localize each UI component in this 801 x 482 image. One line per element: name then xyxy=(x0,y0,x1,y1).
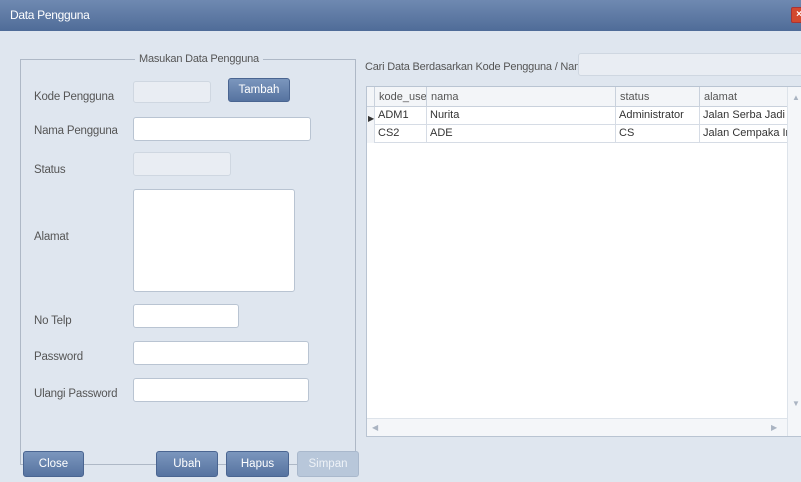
status-input[interactable] xyxy=(133,152,231,176)
hapus-button[interactable]: Hapus xyxy=(226,451,289,477)
no-telp-input[interactable] xyxy=(133,304,239,328)
password-field[interactable] xyxy=(134,342,308,364)
cell-alamat[interactable]: Jalan Serba Jadi No. xyxy=(700,107,787,125)
ulangi-password-label: Ulangi Password xyxy=(34,388,118,400)
grid-header: kode_user nama status alamat xyxy=(367,87,801,107)
password-label: Password xyxy=(34,351,83,363)
cell-nama[interactable]: Nurita xyxy=(427,107,616,125)
table-row[interactable]: ▶ ADM1 Nurita Administrator Jalan Serba … xyxy=(367,107,801,125)
nama-pengguna-label: Nama Pengguna xyxy=(34,125,118,137)
groupbox-title: Masukan Data Pengguna xyxy=(135,53,263,65)
simpan-button[interactable]: Simpan xyxy=(297,451,359,477)
user-data-grid[interactable]: kode_user nama status alamat ▶ ADM1 Nuri… xyxy=(366,86,801,437)
table-row[interactable]: CS2 ADE CS Jalan Cempaka Indo xyxy=(367,125,801,143)
nama-pengguna-input[interactable] xyxy=(133,117,311,141)
row-pointer-icon: ▶ xyxy=(368,114,375,123)
title-bar: Data Pengguna × xyxy=(0,0,801,31)
scroll-left-icon[interactable]: ◀ xyxy=(372,423,378,432)
nama-pengguna-field[interactable] xyxy=(134,118,310,140)
alamat-field[interactable] xyxy=(134,190,294,291)
search-input[interactable] xyxy=(578,53,801,76)
scroll-right-icon[interactable]: ▶ xyxy=(771,423,777,432)
ubah-button[interactable]: Ubah xyxy=(156,451,218,477)
cell-kode-user[interactable]: CS2 xyxy=(375,125,427,143)
column-header-kode-user[interactable]: kode_user xyxy=(375,87,427,106)
ulangi-password-input[interactable] xyxy=(133,378,309,402)
password-input[interactable] xyxy=(133,341,309,365)
data-pengguna-window: Data Pengguna × Masukan Data Pengguna Ko… xyxy=(0,0,801,482)
row-indicator: ▶ xyxy=(367,107,375,125)
kode-pengguna-field[interactable] xyxy=(134,82,210,102)
kode-pengguna-input[interactable] xyxy=(133,81,211,103)
row-indicator xyxy=(367,125,375,143)
cell-status[interactable]: CS xyxy=(616,125,700,143)
tambah-button[interactable]: Tambah xyxy=(228,78,290,102)
cell-nama[interactable]: ADE xyxy=(427,125,616,143)
no-telp-field[interactable] xyxy=(134,305,238,327)
horizontal-scrollbar[interactable]: ◀ ▶ xyxy=(367,418,787,436)
column-header-nama[interactable]: nama xyxy=(427,87,616,106)
scroll-down-icon[interactable]: ▼ xyxy=(792,399,800,408)
alamat-label: Alamat xyxy=(34,231,69,243)
close-icon[interactable]: × xyxy=(791,7,801,23)
alamat-input[interactable] xyxy=(133,189,295,292)
close-button[interactable]: Close xyxy=(23,451,84,477)
status-field[interactable] xyxy=(134,153,230,175)
window-title: Data Pengguna xyxy=(10,8,90,22)
no-telp-label: No Telp xyxy=(34,315,72,327)
vertical-scrollbar[interactable]: ▲ ▼ xyxy=(787,87,801,436)
window-client-area: Masukan Data Pengguna Kode Pengguna Tamb… xyxy=(0,31,801,482)
cell-status[interactable]: Administrator xyxy=(616,107,700,125)
column-header-alamat[interactable]: alamat xyxy=(700,87,787,106)
search-label: Cari Data Berdasarkan Kode Pengguna / Na… xyxy=(365,61,589,73)
cell-kode-user[interactable]: ADM1 xyxy=(375,107,427,125)
ulangi-password-field[interactable] xyxy=(134,379,308,401)
scroll-up-icon[interactable]: ▲ xyxy=(792,93,800,102)
row-header-corner xyxy=(367,87,375,106)
column-header-status[interactable]: status xyxy=(616,87,700,106)
cell-alamat[interactable]: Jalan Cempaka Indo xyxy=(700,125,787,143)
status-label: Status xyxy=(34,164,66,176)
kode-pengguna-label: Kode Pengguna xyxy=(34,91,114,103)
search-field[interactable] xyxy=(579,54,801,75)
